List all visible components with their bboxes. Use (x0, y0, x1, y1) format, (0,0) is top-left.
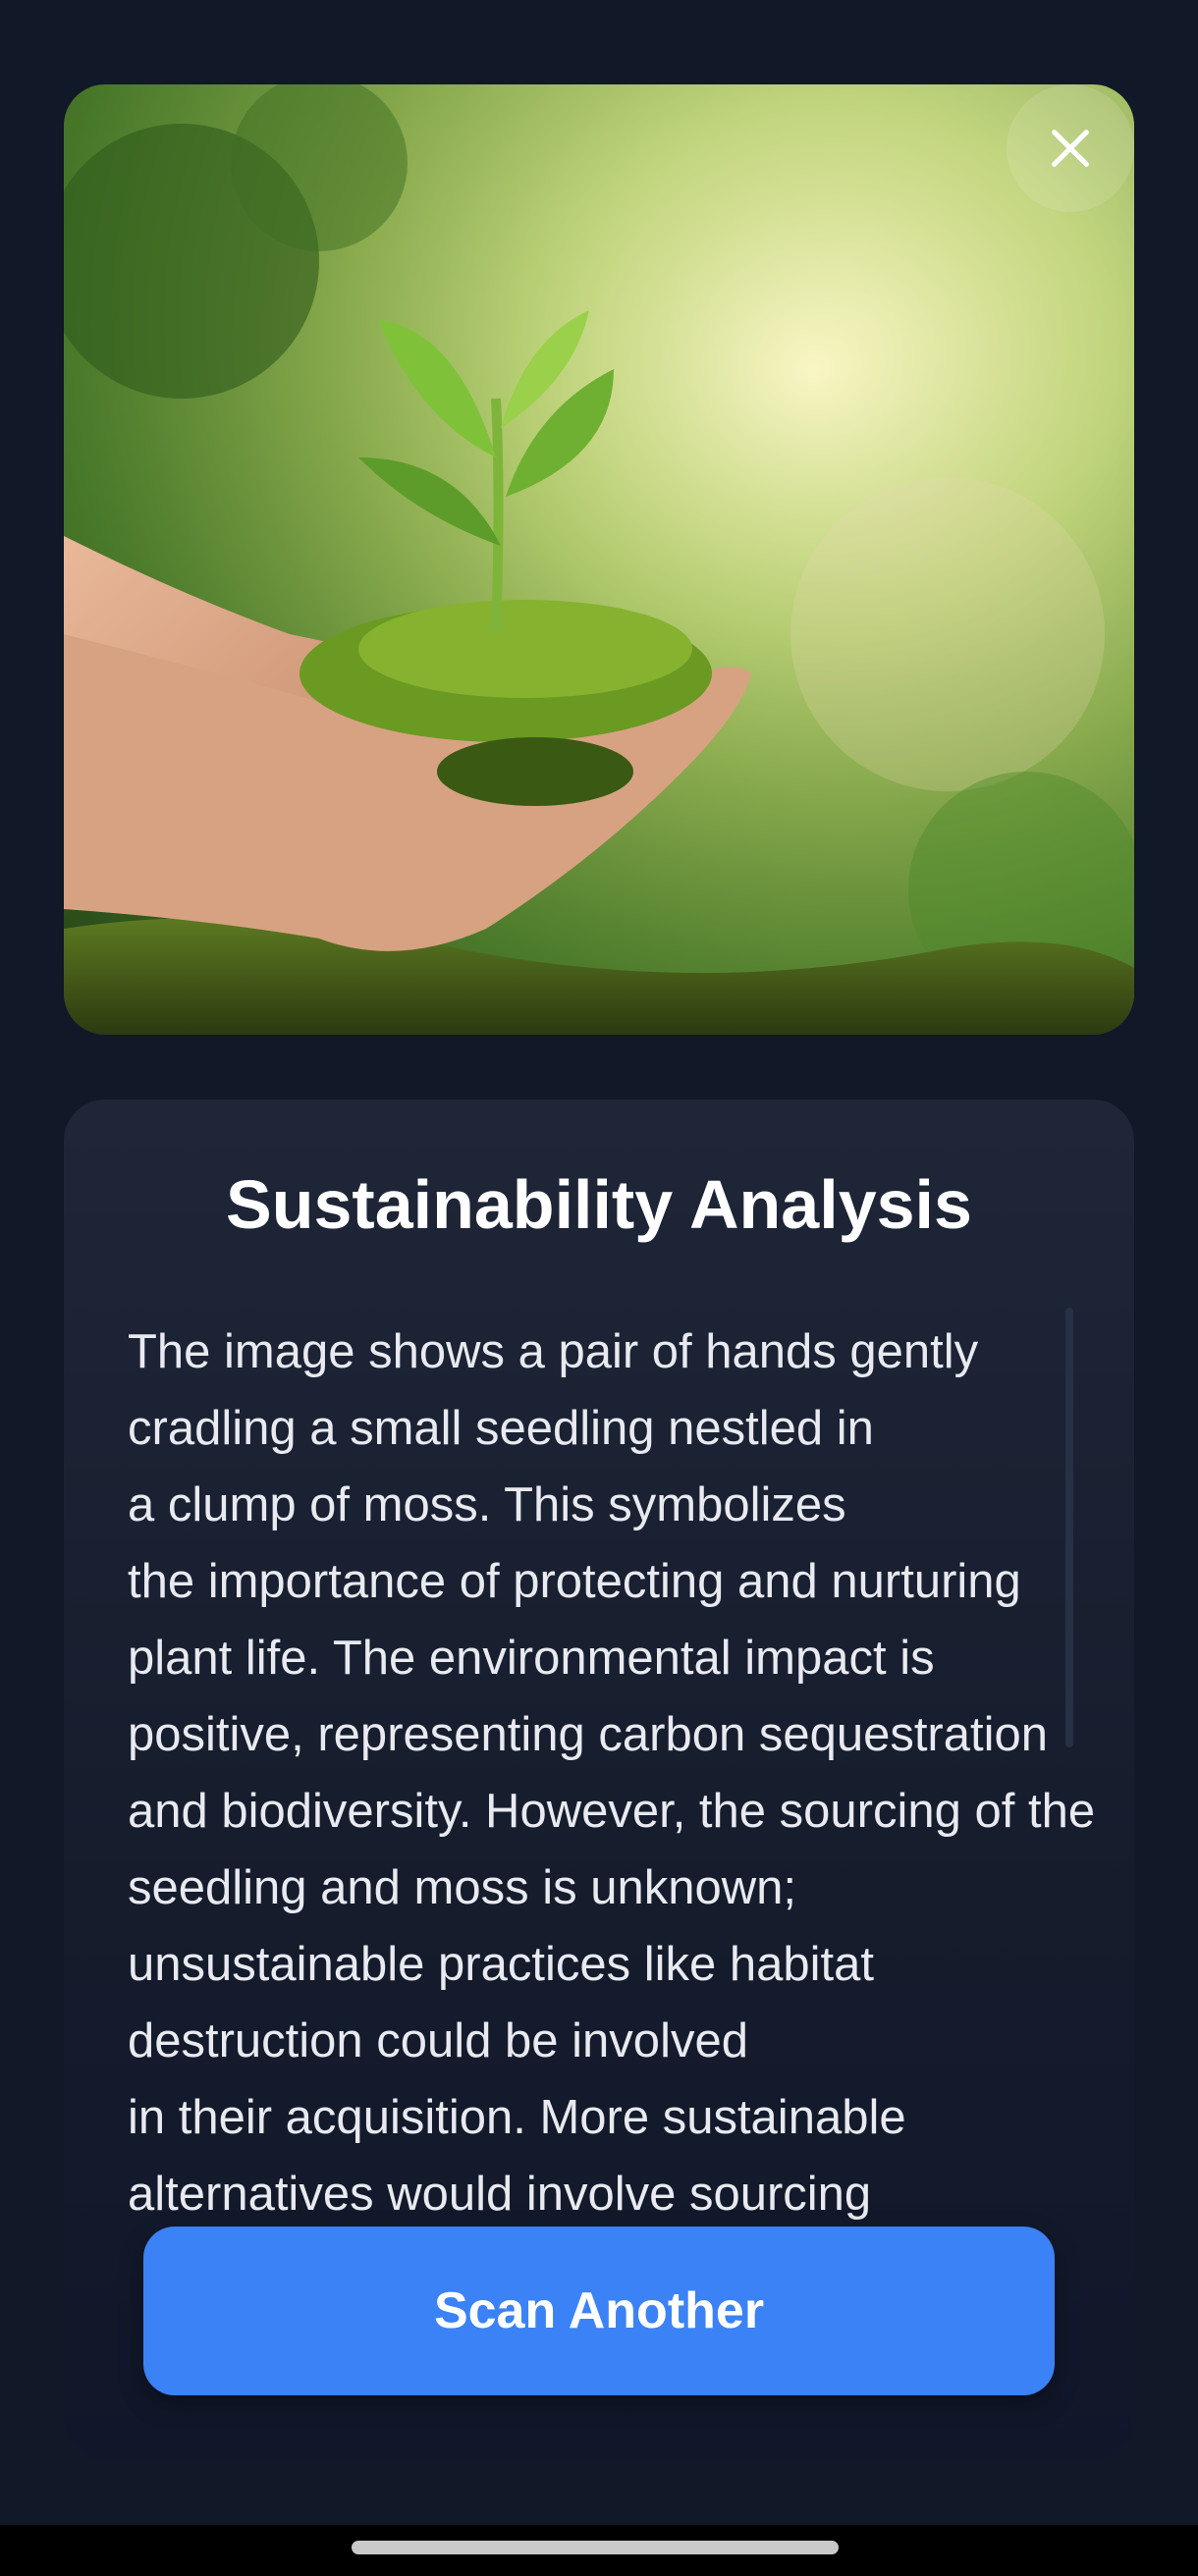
scrollbar-thumb[interactable] (1065, 1308, 1073, 1747)
close-button[interactable] (1007, 84, 1134, 212)
close-icon (1052, 130, 1089, 167)
analysis-text: The image shows a pair of hands gently c… (128, 1325, 1096, 2221)
analysis-scroll-area[interactable]: The image shows a pair of hands gently c… (128, 1314, 1119, 2293)
scan-another-button[interactable]: Scan Another (143, 2227, 1055, 2395)
seedling-photo (64, 84, 1134, 1035)
analysis-card: Sustainability Analysis The image shows … (64, 1100, 1134, 2459)
home-indicator[interactable] (352, 2541, 839, 2554)
card-title: Sustainability Analysis (226, 1166, 972, 1243)
scanned-image (64, 84, 1134, 1035)
